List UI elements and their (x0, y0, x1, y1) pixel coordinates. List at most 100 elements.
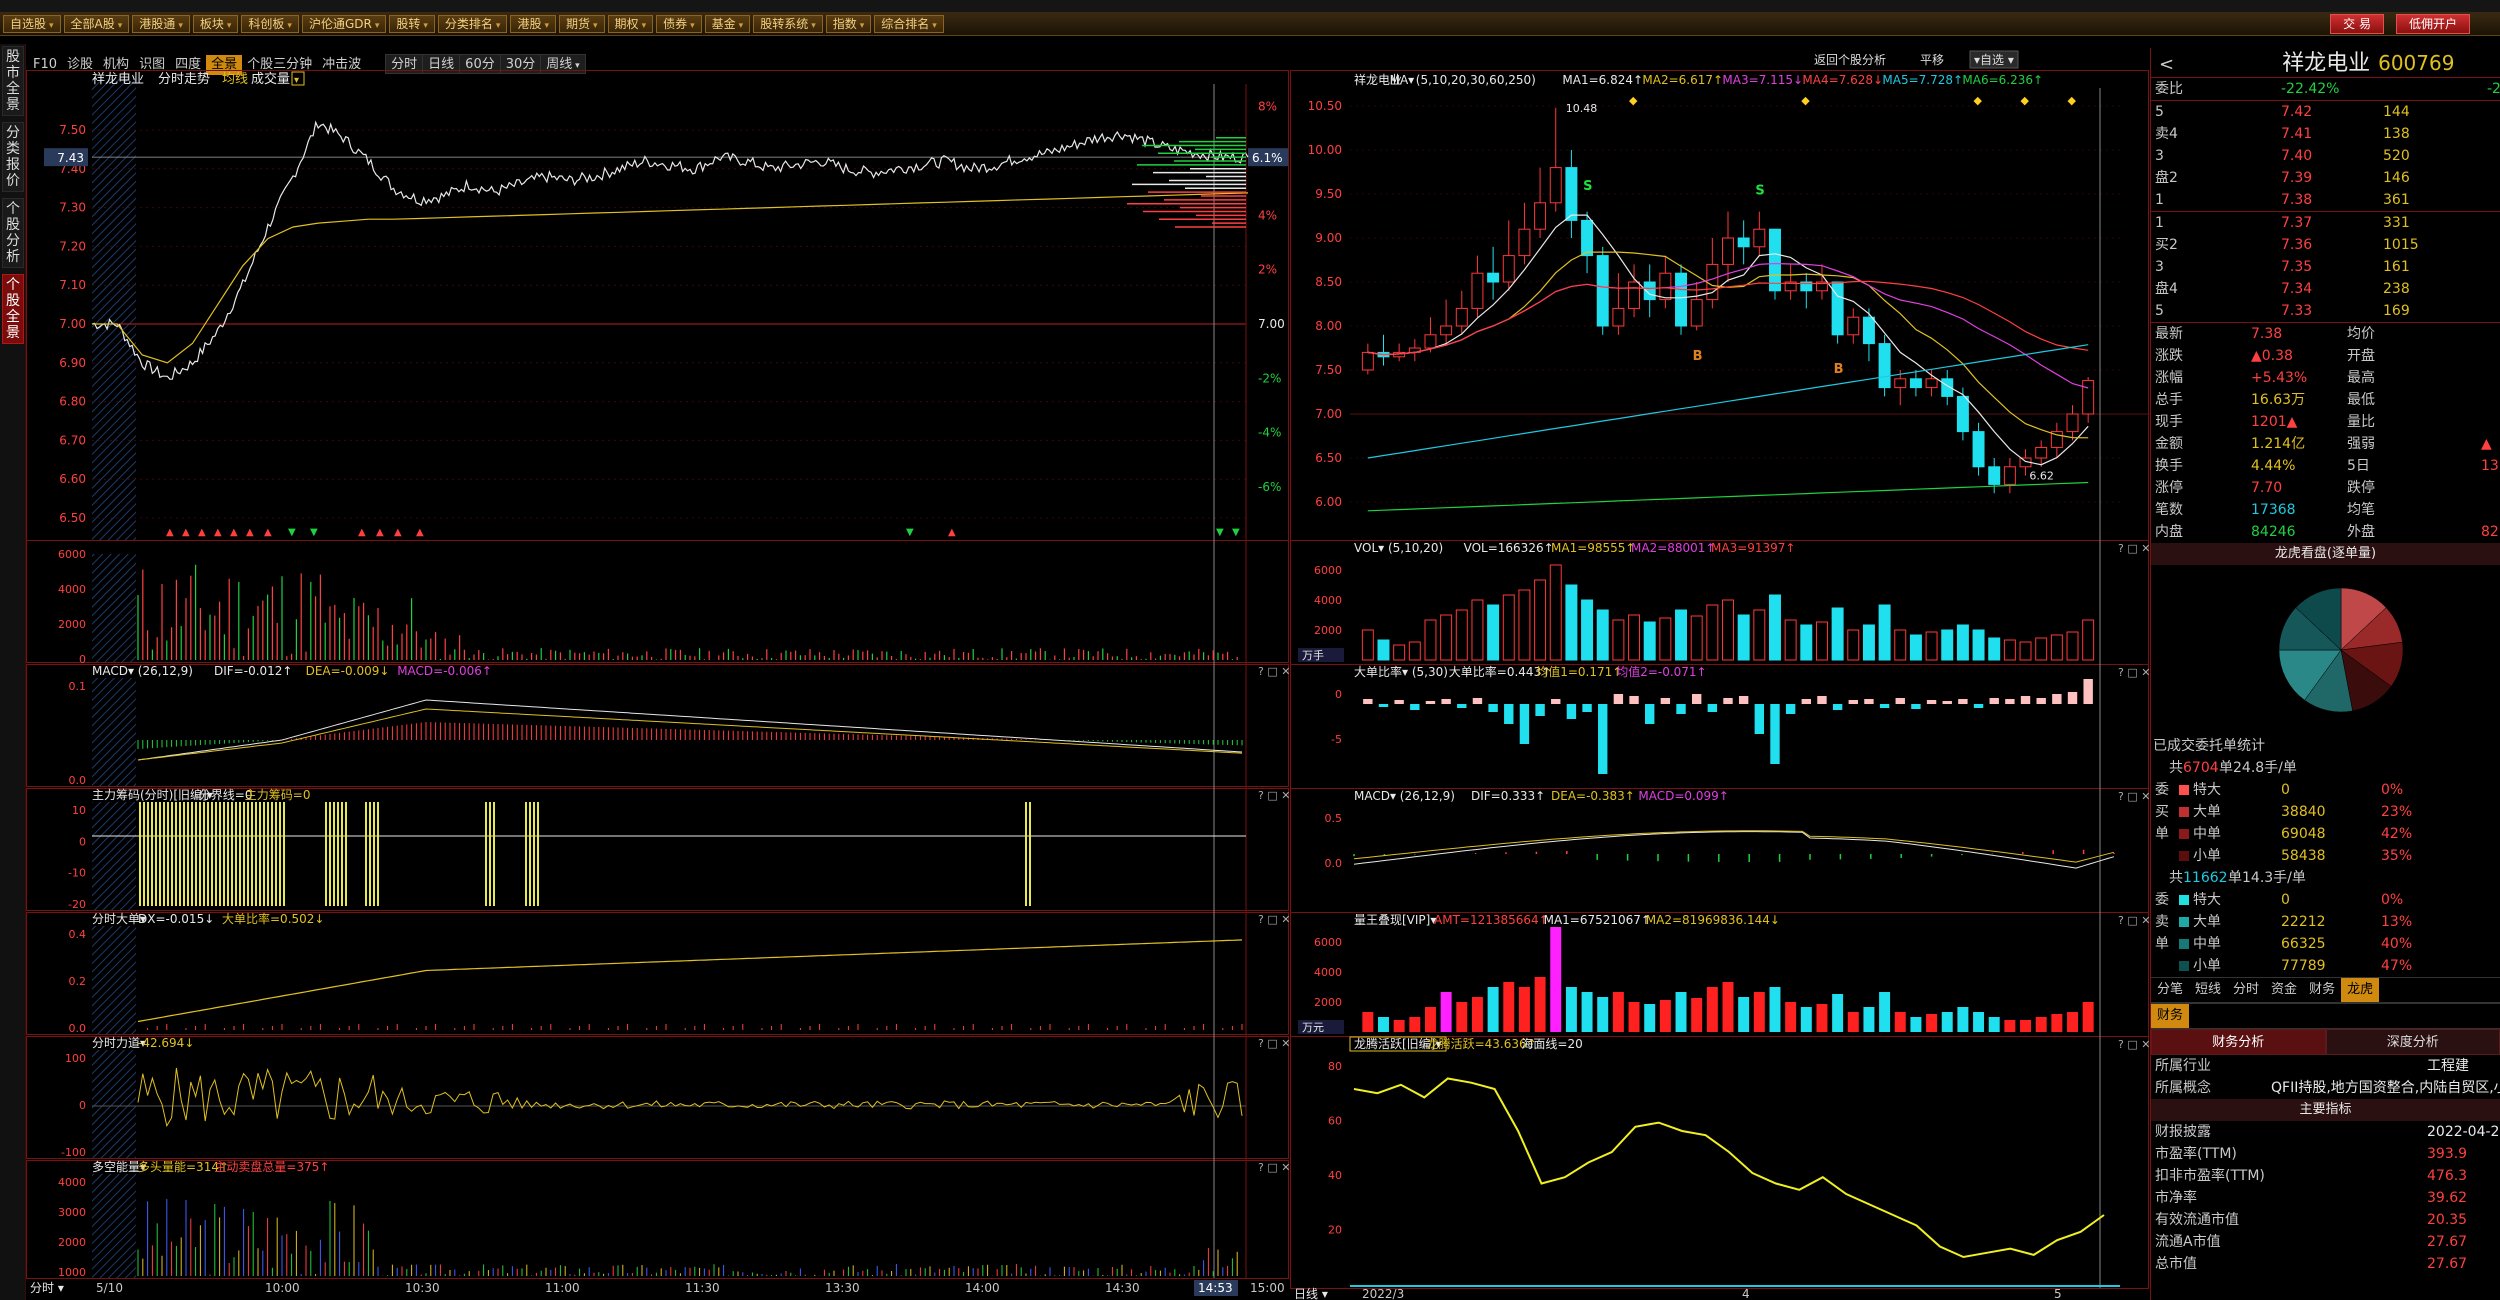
vol-bar (1690, 615, 1703, 661)
up-signal-icon: ▲ (214, 527, 222, 538)
stat-label: 均价 (2347, 326, 2375, 342)
fin-subtab[interactable]: 深度分析 (2325, 1029, 2500, 1055)
total-count: 11662 (2183, 870, 2228, 886)
chevron-down-icon: ▾ (178, 21, 183, 31)
candle-body (1534, 202, 1547, 230)
panel-controls-icon[interactable]: ? □ ✕ (1258, 1161, 1290, 1174)
up-signal-icon: ▲ (394, 527, 402, 538)
toolbar-item[interactable]: 股转系统 ▾ (753, 15, 823, 33)
vol-bar (1972, 629, 1985, 661)
dragon-title: 龙虎看盘(逐单量) (2151, 543, 2500, 565)
price-tick: 6.50 (59, 511, 86, 525)
panel-controls-icon[interactable]: ? □ ✕ (2118, 1038, 2150, 1051)
top-tab[interactable]: 返回个股分析 (1814, 53, 1886, 67)
bid-price: 7.35 (2281, 259, 2313, 275)
low-label: 6.62 (2029, 470, 2054, 483)
big-order-bar (1911, 704, 1921, 709)
ask-volume: 144 (2383, 104, 2410, 120)
toolbar-item[interactable]: 综合排名 ▾ (874, 15, 944, 33)
toolbar-item[interactable]: 板块 ▾ (192, 15, 239, 33)
chevron-down-icon: ▾ (423, 21, 428, 31)
ind-tick: 0.2 (69, 975, 87, 988)
toolbar-item[interactable]: 债券 ▾ (656, 15, 702, 33)
panel-controls-icon[interactable]: ? □ ✕ (1258, 1037, 1290, 1050)
order-total-row: 共 6704 单24.8手/单 (2151, 757, 2500, 779)
panel-controls-icon[interactable]: ? □ ✕ (1258, 913, 1290, 926)
quote-tab[interactable]: 分时 (2227, 978, 2265, 1002)
panel-controls-icon[interactable]: ? □ ✕ (1258, 789, 1290, 802)
amount-bar (1362, 1012, 1374, 1032)
amount-bar (1597, 997, 1609, 1032)
panel-controls-icon[interactable]: ? □ ✕ (2118, 914, 2150, 927)
quote-tab[interactable]: 分笔 (2151, 978, 2189, 1002)
top-tab[interactable]: ▾自选 ▾ (1974, 53, 2014, 67)
size-label: 特大 (2179, 889, 2221, 911)
toolbar-item[interactable]: 股转 ▾ (389, 15, 435, 33)
stat-value: 4.44% (2251, 458, 2296, 474)
stat-row: 最新 7.38 均价 (2151, 323, 2500, 345)
amount-bar (1941, 1012, 1953, 1032)
indicator-label: VOL▾ (5,10,20) (1354, 541, 1443, 555)
toolbar-item[interactable]: 沪伦通GDR ▾ (301, 15, 387, 33)
indicator-label: VOL=166326↑ (1464, 541, 1554, 555)
ask-price: 7.40 (2281, 148, 2313, 164)
chevron-down-icon: ▾ (495, 21, 501, 31)
side-tab[interactable]: 个股分析 (2, 198, 24, 268)
toolbar-item[interactable]: 港股 ▾ (510, 15, 556, 33)
toolbar-item[interactable]: 全部A股 ▾ (63, 15, 130, 33)
candle-body (1972, 431, 1985, 468)
big-order-bar (1410, 704, 1420, 710)
side-tab[interactable]: 个股全景 (2, 274, 24, 344)
trade-button[interactable]: 低佣开户 (2395, 14, 2470, 34)
top-tab[interactable]: 平移 (1920, 53, 1944, 67)
ask-label: 卖4 (2155, 126, 2178, 142)
buy-signal-icon: B (1693, 349, 1703, 364)
panel-controls-icon[interactable]: ? □ ✕ (2118, 666, 2150, 679)
fin-subtab[interactable]: 财务分析 (2151, 1029, 2326, 1055)
back-icon[interactable]: < (2159, 54, 2174, 75)
toolbar-item[interactable]: 期货 ▾ (559, 15, 605, 33)
bottom-mode-label[interactable]: 分时 ▾ (30, 1281, 64, 1295)
toolbar-item-label: 科创板 (248, 17, 285, 31)
stat-label: 外盘 (2347, 524, 2375, 540)
side-tab[interactable]: 分类报价 (2, 122, 24, 192)
fin-value: 2022-04-21 (2427, 1124, 2500, 1140)
bid-label: 买2 (2155, 237, 2178, 253)
quote-tab[interactable]: 财务 (2303, 978, 2341, 1002)
indicator-label: MA1=67521067↑ (1544, 913, 1651, 927)
panel-controls-icon[interactable]: ? □ ✕ (2118, 542, 2150, 555)
chart-mode[interactable]: 分时走势 (158, 71, 210, 87)
panel-controls-icon[interactable]: ? □ ✕ (2118, 790, 2150, 803)
toolbar-item-label: 指数 (832, 17, 857, 31)
vol-bar (1815, 621, 1828, 661)
weibi-label: 委比 (2155, 81, 2183, 97)
candle-body (1675, 272, 1688, 327)
quote-tab[interactable]: 资金 (2265, 978, 2303, 1002)
bottom-mode-label[interactable]: 日线 ▾ (1294, 1287, 1328, 1300)
price-tick: 7.00 (59, 317, 86, 331)
fin-label: 市盈率(TTM) (2155, 1146, 2237, 1162)
toolbar-item[interactable]: 基金 ▾ (704, 15, 751, 33)
toolbar-item[interactable]: 指数 ▾ (825, 15, 872, 33)
toolbar-item[interactable]: 科创板 ▾ (241, 15, 299, 33)
toolbar-item[interactable]: 分类排名 ▾ (437, 15, 508, 33)
ind-tick: -20 (68, 898, 86, 911)
stat-label: 涨幅 (2155, 370, 2183, 386)
big-order-bar (1551, 699, 1561, 704)
trade-button[interactable]: 交 易 (2330, 14, 2384, 34)
chevron-down-icon: ▾ (811, 21, 816, 31)
panel-controls-icon[interactable]: ? □ ✕ (1258, 665, 1290, 678)
toolbar-item[interactable]: 港股通 ▾ (132, 15, 190, 33)
fin-tab[interactable]: 财务 (2151, 1004, 2190, 1028)
quote-tab[interactable]: 龙虎 (2341, 978, 2380, 1002)
ind-tick: 0.0 (1325, 857, 1343, 870)
side-tab[interactable]: 股市全景 (2, 46, 24, 116)
quote-tab[interactable]: 短线 (2189, 978, 2227, 1002)
toolbar-item[interactable]: 自选股 ▾ (3, 15, 61, 33)
big-order-bar (1989, 698, 1999, 704)
amount-bar (2051, 1014, 2063, 1032)
toolbar-item-label: 沪伦通GDR (308, 17, 372, 31)
size-pct: 0% (2381, 892, 2404, 908)
toolbar-item[interactable]: 期权 ▾ (607, 15, 654, 33)
stat-value: 17368 (2251, 502, 2296, 518)
